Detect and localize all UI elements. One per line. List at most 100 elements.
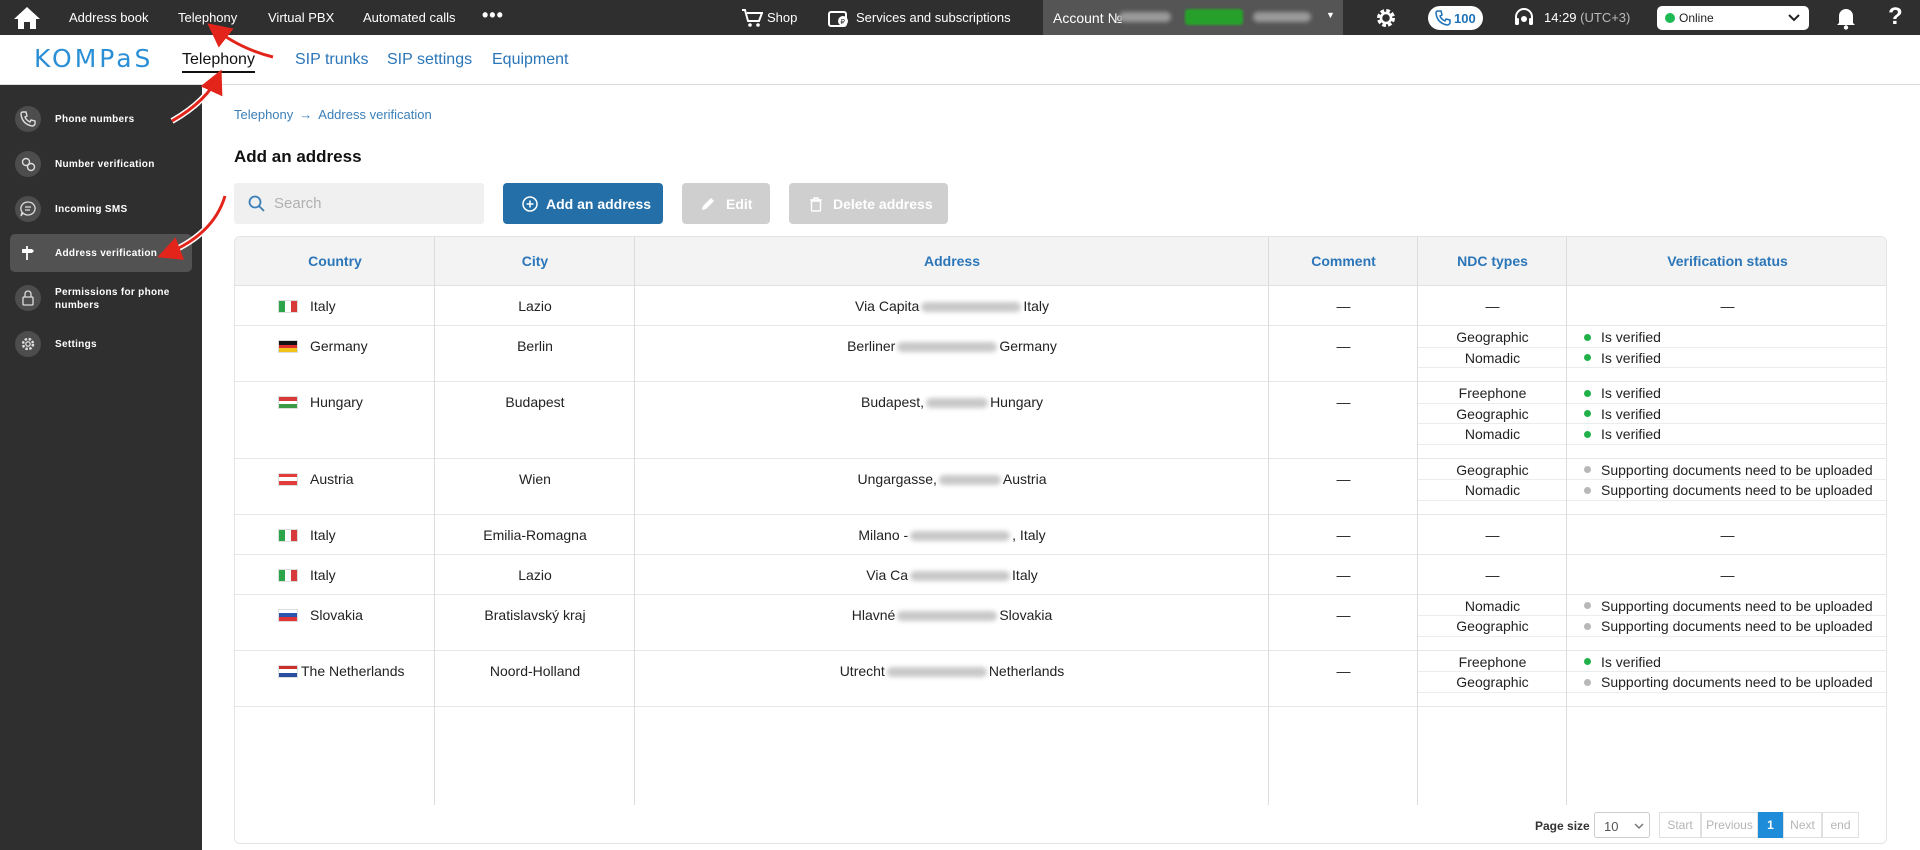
- presence-status-select[interactable]: Online: [1657, 6, 1809, 30]
- address-visible-end: Germany: [999, 338, 1057, 354]
- verification-status-cell: Is verified: [1584, 329, 1661, 345]
- tab-telephony[interactable]: Telephony: [182, 51, 255, 73]
- cart-icon[interactable]: [741, 8, 763, 28]
- entry-divider: [1418, 443, 1886, 445]
- ndc-type-cell: Nomadic: [1464, 349, 1521, 366]
- nav-automated-calls[interactable]: Automated calls: [363, 10, 456, 25]
- entry-divider: [1418, 423, 1886, 424]
- sidebar-item-permissions[interactable]: Permissions for phone numbers: [10, 279, 192, 317]
- pending-dot-icon: [1584, 486, 1591, 494]
- headset-icon[interactable]: [1512, 6, 1536, 30]
- pending-dot-icon: [1584, 678, 1591, 686]
- table-row[interactable]: Hungary Budapest Budapest, Hungary — Freephon…: [235, 382, 1886, 459]
- account-label: Account №: [1053, 10, 1123, 26]
- country-cell: The Netherlands: [301, 662, 405, 679]
- ndc-type-cell: Geographic: [1456, 329, 1529, 345]
- account-selector[interactable]: Account № ▼: [1043, 0, 1343, 35]
- page-previous-button[interactable]: Previous: [1701, 812, 1758, 838]
- pending-dot-icon: [1584, 466, 1591, 474]
- comment-cell: —: [1336, 662, 1351, 679]
- entry-divider: [1418, 499, 1886, 501]
- verified-dot-icon: [1584, 389, 1591, 397]
- country-cell: Slovakia: [310, 606, 363, 623]
- nav-telephony[interactable]: Telephony: [178, 10, 237, 25]
- address-redacted: [926, 398, 989, 409]
- search-box[interactable]: [234, 183, 484, 224]
- search-input[interactable]: [274, 193, 474, 213]
- sidebar-item-address-verification[interactable]: Address verification: [10, 234, 192, 272]
- chevron-down-icon: [1788, 14, 1800, 22]
- flag-italy-icon: [278, 568, 298, 582]
- shop-link[interactable]: Shop: [767, 10, 797, 25]
- breadcrumb-telephony[interactable]: Telephony: [234, 107, 293, 122]
- table-row[interactable]: Austria Wien Ungargasse, Austria — Geographic…: [235, 459, 1886, 515]
- col-country[interactable]: Country: [235, 237, 435, 286]
- gear-icon[interactable]: [1374, 6, 1398, 30]
- address-redacted: [910, 530, 1011, 541]
- page-size-select[interactable]: 10: [1594, 812, 1650, 838]
- address-cell: Ungargasse, Austria: [635, 471, 1269, 487]
- chevron-down-icon: [1634, 823, 1644, 830]
- sidebar-item-label: Permissions for phone numbers: [55, 287, 170, 311]
- entry-divider: [1418, 346, 1886, 348]
- wallet-icon[interactable]: ₽: [828, 8, 850, 28]
- delete-address-button[interactable]: Delete address: [789, 183, 948, 224]
- comment-cell: —: [1336, 526, 1351, 543]
- table-row[interactable]: Germany Berlin Berliner Germany — Geographic I…: [235, 326, 1886, 382]
- home-icon[interactable]: [12, 5, 42, 31]
- address-redacted: [938, 474, 1001, 485]
- col-address[interactable]: Address: [635, 237, 1269, 286]
- col-comment[interactable]: Comment: [1269, 237, 1418, 286]
- address-visible-start: Hlavné: [851, 606, 896, 623]
- address-redacted: [886, 666, 987, 677]
- nav-virtual-pbx[interactable]: Virtual PBX: [268, 10, 334, 25]
- col-city[interactable]: City: [435, 237, 635, 286]
- table-row[interactable]: The Netherlands Noord-Holland Utrecht Nethe…: [235, 651, 1886, 707]
- page-end-button[interactable]: end: [1822, 812, 1859, 838]
- bell-icon[interactable]: [1835, 6, 1857, 30]
- tab-sip-trunks[interactable]: SIP trunks: [295, 51, 369, 69]
- page-size-label: Page size: [1535, 819, 1590, 833]
- table-row[interactable]: Italy Emilia-Romagna Milano - , Italy — — —: [235, 515, 1886, 555]
- edit-label: Edit: [726, 196, 753, 212]
- address-redacted: [897, 342, 998, 353]
- verified-dot-icon: [1584, 410, 1591, 418]
- tab-sip-settings[interactable]: SIP settings: [387, 51, 472, 69]
- entry-divider: [1418, 635, 1886, 637]
- calls-counter[interactable]: 100: [1428, 6, 1483, 30]
- presence-status-value: Online: [1679, 11, 1714, 25]
- address-redacted: [921, 302, 1022, 313]
- sidebar-item-label: Incoming SMS: [55, 204, 128, 215]
- signpost-icon: [15, 240, 41, 266]
- address-cell: Hlavné Slovakia: [635, 607, 1269, 623]
- ndc-type-cell: Nomadic: [1464, 482, 1521, 498]
- page-next-button[interactable]: Next: [1783, 812, 1822, 838]
- page-current-button[interactable]: 1: [1758, 812, 1783, 838]
- sidebar-item-settings[interactable]: Settings: [10, 325, 192, 363]
- comment-cell: —: [1336, 606, 1351, 623]
- tab-equipment[interactable]: Equipment: [492, 51, 569, 69]
- table-row[interactable]: Italy Lazio Via Ca Italy — — —: [235, 555, 1886, 595]
- edit-button[interactable]: Edit: [682, 183, 770, 224]
- plus-circle-icon: [522, 196, 538, 212]
- col-ndc-types[interactable]: NDC types: [1418, 237, 1567, 286]
- help-icon[interactable]: ?: [1888, 3, 1903, 31]
- col-verification-status[interactable]: Verification status: [1567, 237, 1886, 286]
- sidebar-item-incoming-sms[interactable]: Incoming SMS: [10, 190, 192, 228]
- column-divider: [434, 237, 435, 805]
- balance-badge-redacted: [1185, 9, 1243, 25]
- more-menu-icon[interactable]: •••: [482, 6, 504, 24]
- address-cell: Berliner Germany: [635, 338, 1269, 354]
- add-address-button[interactable]: Add an address: [503, 183, 663, 224]
- page-start-button[interactable]: Start: [1659, 812, 1701, 838]
- nav-address-book[interactable]: Address book: [69, 10, 149, 25]
- table-row[interactable]: Slovakia Bratislavský kraj Hlavné Slovakia —…: [235, 595, 1886, 651]
- services-link[interactable]: Services and subscriptions: [856, 10, 1011, 25]
- ndc-type-cell: Nomadic: [1464, 426, 1521, 442]
- city-cell: Wien: [519, 470, 551, 487]
- sidebar-item-phone-numbers[interactable]: Phone numbers: [10, 100, 192, 138]
- table-row[interactable]: Italy Lazio Via Capita Italy — — —: [235, 286, 1886, 326]
- search-icon: [248, 195, 265, 212]
- sidebar-item-number-verification[interactable]: Number verification: [10, 145, 192, 183]
- account-info-redacted: [1253, 12, 1311, 22]
